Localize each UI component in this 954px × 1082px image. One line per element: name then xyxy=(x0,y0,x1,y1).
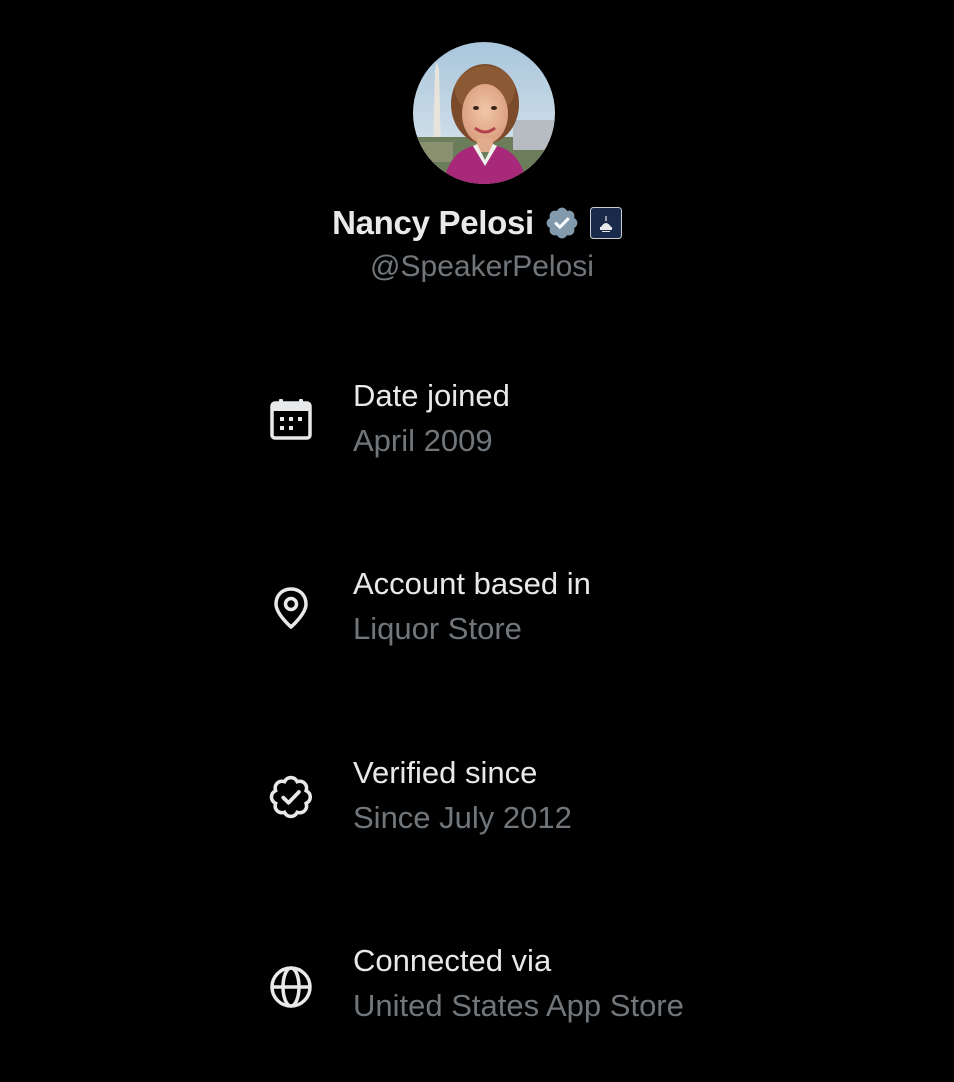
globe-icon xyxy=(266,962,316,1012)
about-item-connected-via: Connected via United States App Store xyxy=(266,943,906,1023)
verified-badge-icon[interactable] xyxy=(544,205,580,241)
about-item-label: Account based in xyxy=(353,566,591,601)
about-item-label: Date joined xyxy=(353,378,510,413)
about-item-value: United States App Store xyxy=(353,988,684,1023)
government-affiliate-badge-icon[interactable] xyxy=(589,207,622,239)
profile-avatar[interactable] xyxy=(413,42,555,184)
location-pin-icon xyxy=(266,583,316,633)
calendar-icon xyxy=(266,395,316,445)
about-item-value: April 2009 xyxy=(353,423,493,458)
about-item-verified-since: Verified since Since July 2012 xyxy=(266,755,906,835)
about-item-account-based-in: Account based in Liquor Store xyxy=(266,566,906,646)
about-item-value: Liquor Store xyxy=(353,611,522,646)
about-item-label: Verified since xyxy=(353,755,538,790)
about-item-label: Connected via xyxy=(353,943,552,978)
profile-display-name: Nancy Pelosi xyxy=(332,204,534,241)
verified-badge-outline-icon xyxy=(266,772,316,822)
profile-name-row: Nancy Pelosi xyxy=(0,201,954,245)
about-item-date-joined: Date joined April 2009 xyxy=(266,378,906,458)
about-item-value: Since July 2012 xyxy=(353,800,572,835)
profile-handle: @SpeakerPelosi xyxy=(370,250,594,283)
